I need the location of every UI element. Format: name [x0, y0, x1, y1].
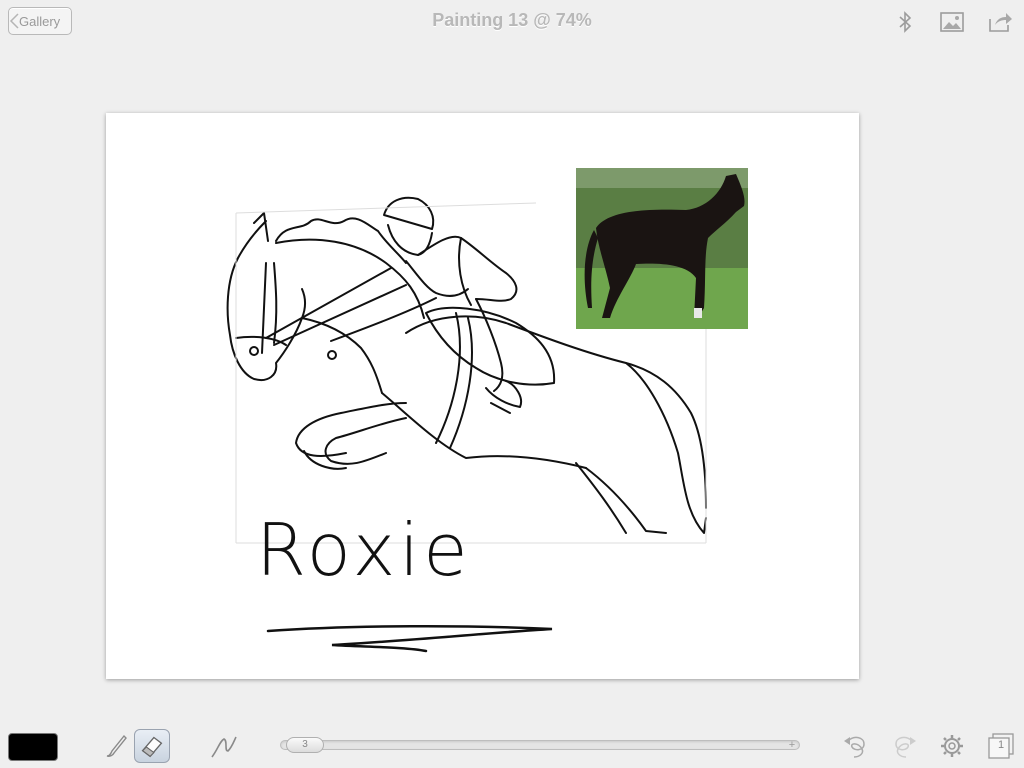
eraser-icon[interactable]	[134, 729, 170, 763]
smudge-icon[interactable]	[206, 729, 242, 763]
bottom-toolbar: 3 + 1	[0, 720, 1024, 768]
painting-title: Painting 13 @ 74%	[432, 10, 592, 30]
brush-size-slider[interactable]	[280, 740, 800, 750]
color-picker-swatch[interactable]	[8, 733, 58, 761]
bluetooth-icon[interactable]	[892, 10, 918, 34]
top-bar: Gallery Painting 13 @ 74%	[0, 0, 1024, 44]
share-icon[interactable]	[987, 10, 1013, 34]
black-horse-photo[interactable]	[576, 168, 748, 329]
drawing-canvas[interactable]: Roxie	[106, 113, 859, 679]
redo-icon[interactable]	[886, 729, 922, 763]
signature-text: Roxie	[256, 508, 472, 592]
brush-icon[interactable]	[98, 729, 134, 763]
settings-gear-icon[interactable]	[934, 729, 970, 763]
brush-size-knob[interactable]: 3	[286, 737, 324, 753]
layer-count: 1	[998, 739, 1005, 751]
image-icon[interactable]	[939, 10, 965, 34]
undo-icon[interactable]	[838, 729, 874, 763]
slider-plus-icon: +	[788, 739, 796, 751]
